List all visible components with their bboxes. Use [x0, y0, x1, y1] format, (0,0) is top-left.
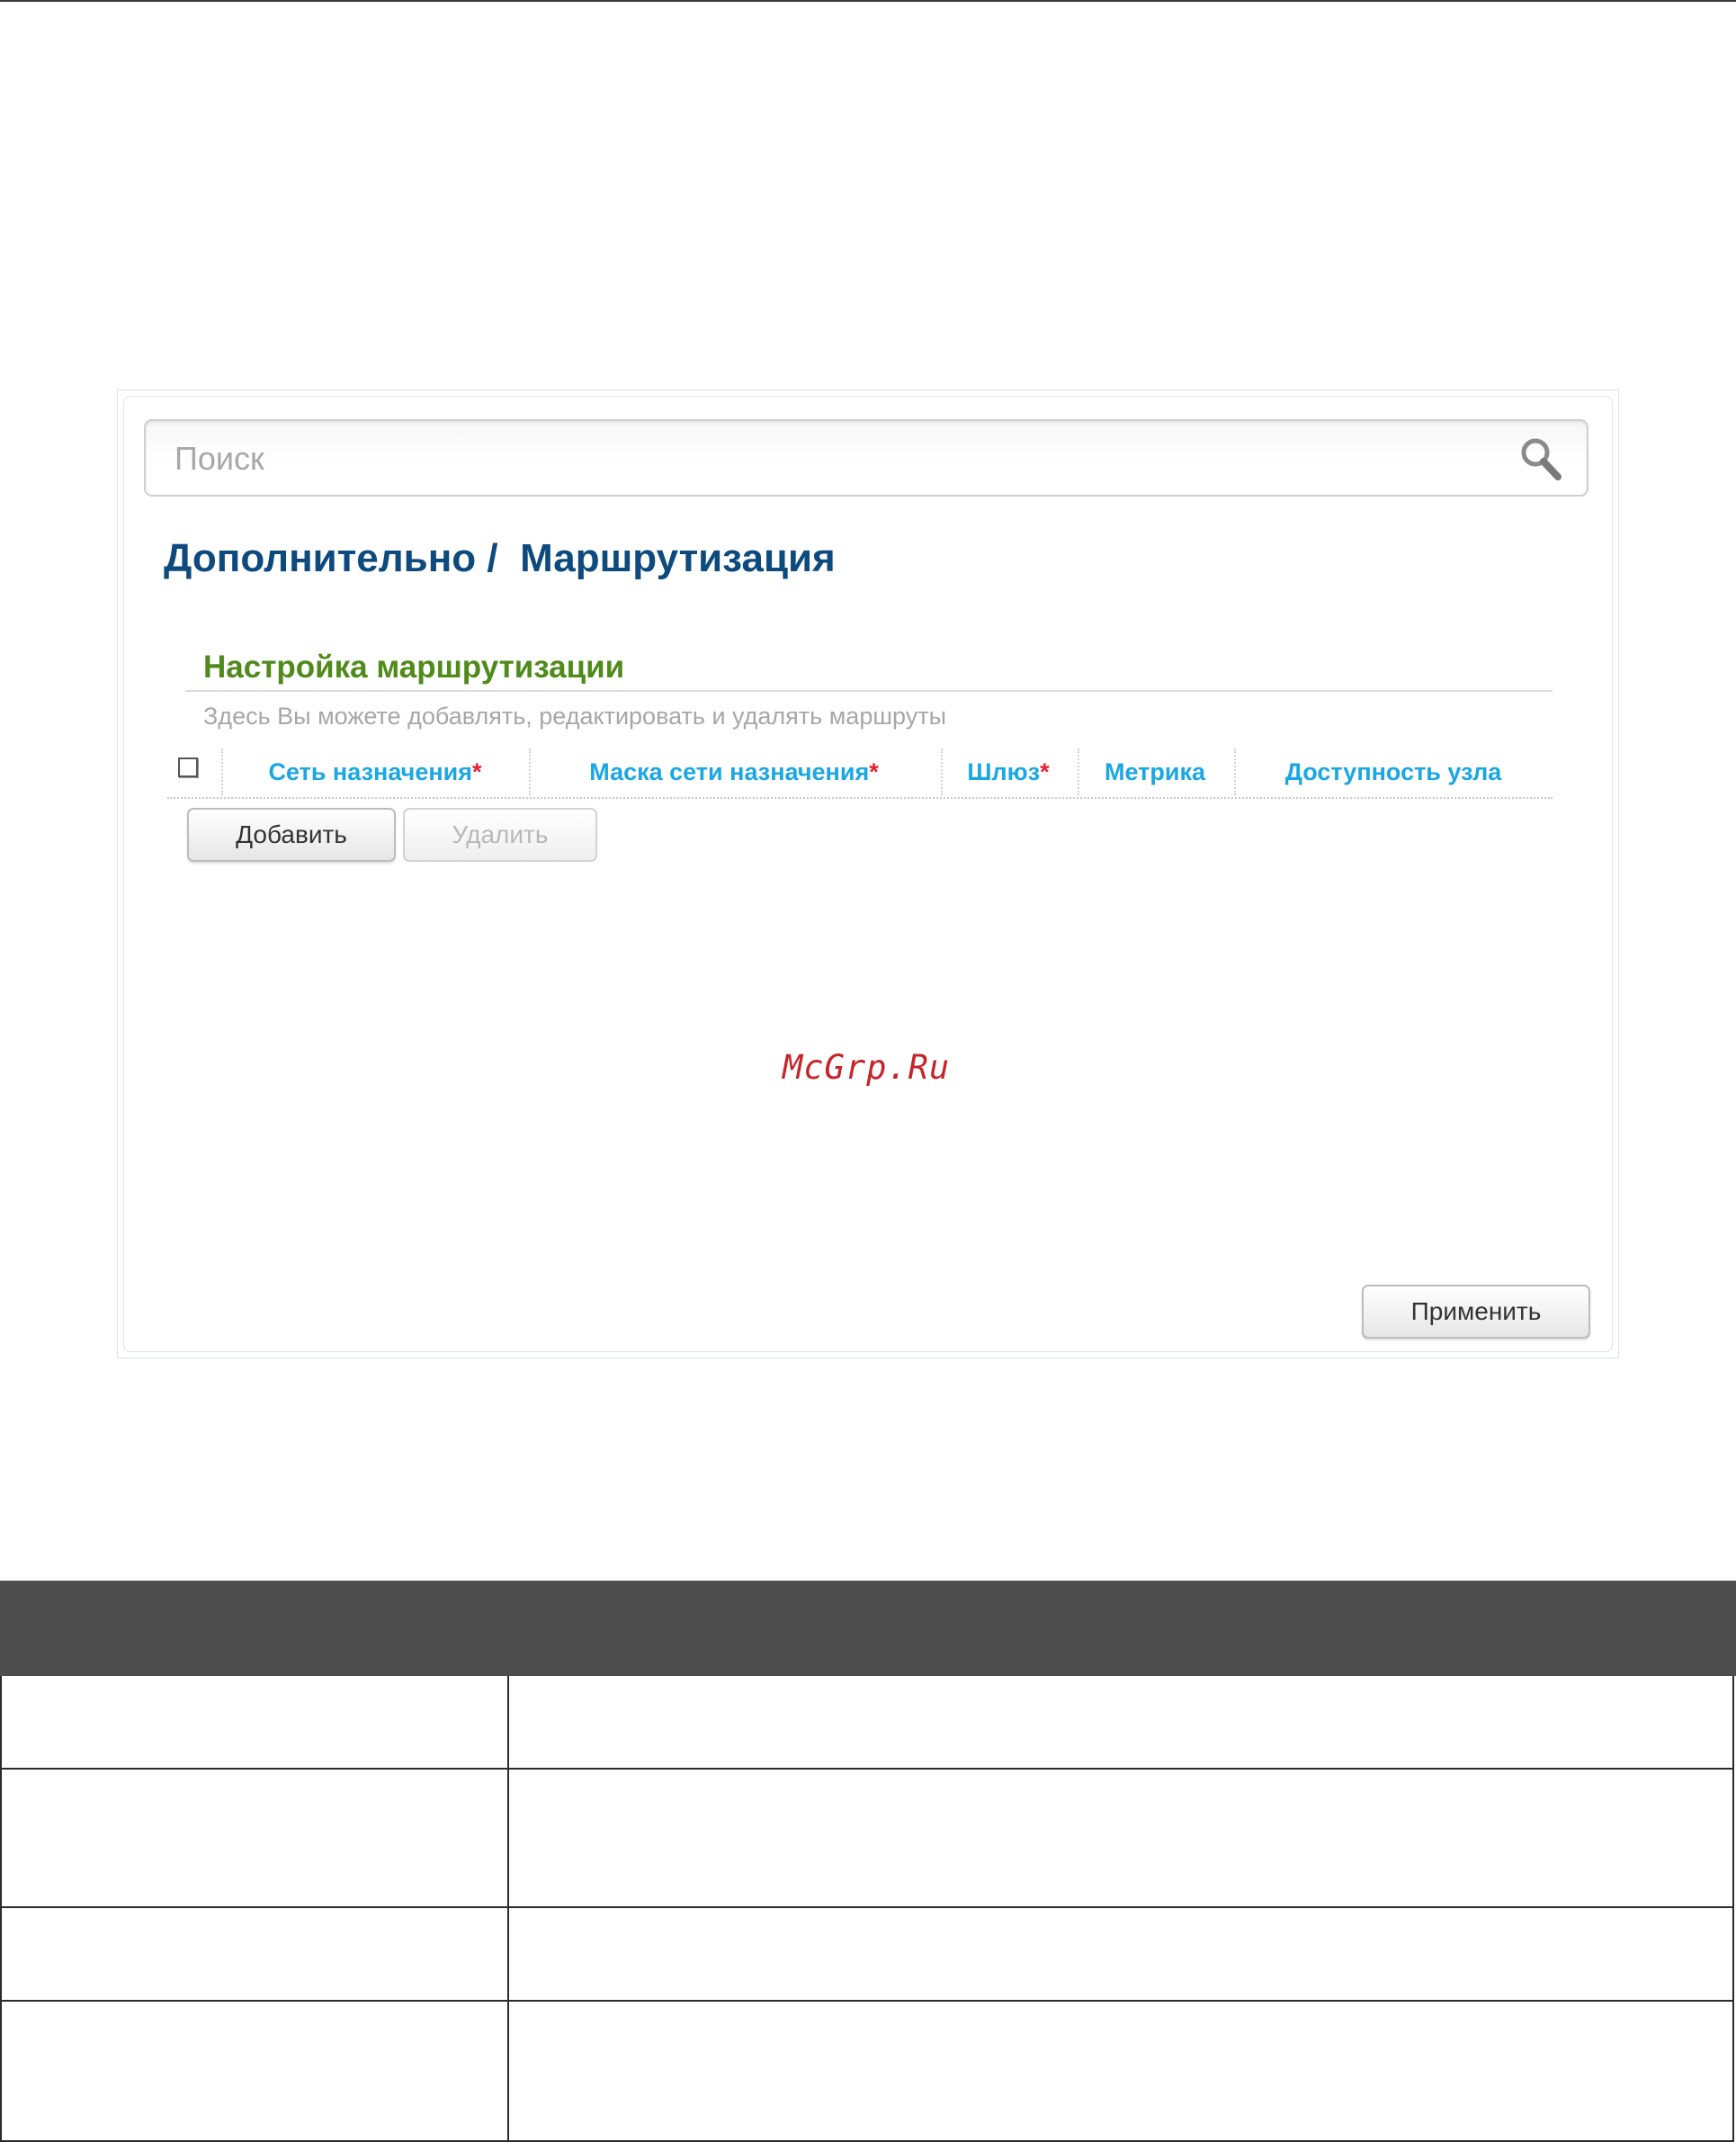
section-title: Настройка маршрутизации	[203, 650, 625, 685]
column-destination-mask[interactable]: Маска сети назначения*	[529, 747, 939, 797]
search-input[interactable]	[173, 434, 1454, 484]
table-row	[0, 2002, 1734, 2142]
description-table-header	[0, 1581, 1736, 1676]
column-divider	[507, 2002, 509, 2140]
column-divider	[507, 1908, 509, 2000]
search-box[interactable]	[144, 419, 1588, 497]
required-mark: *	[869, 758, 879, 785]
column-label: Сеть назначения	[268, 758, 473, 785]
column-label: Метрика	[1105, 758, 1205, 785]
description-table	[0, 1581, 1736, 2142]
table-row	[0, 1770, 1734, 1908]
column-label: Шлюз	[967, 758, 1041, 785]
column-divider	[507, 1770, 509, 1906]
search-icon[interactable]	[1518, 435, 1563, 482]
routes-table-header: Сеть назначения* Маска сети назначения* …	[167, 747, 1553, 799]
section-divider	[185, 690, 1553, 692]
column-metric[interactable]: Метрика	[1078, 747, 1232, 797]
column-host-availability[interactable]: Доступность узла	[1234, 747, 1553, 797]
page-title: Дополнительно / Маршрутизация	[164, 536, 836, 580]
column-label: Доступность узла	[1284, 758, 1502, 785]
screenshot-frame	[117, 390, 1619, 1358]
required-mark: *	[472, 758, 482, 785]
section-description: Здесь Вы можете добавлять, редактировать…	[203, 703, 946, 730]
required-mark: *	[1040, 758, 1050, 785]
top-rule	[0, 0, 1736, 2]
select-all-checkbox[interactable]	[178, 757, 198, 777]
table-row	[0, 1676, 1734, 1770]
table-row	[0, 1908, 1734, 2002]
column-gateway[interactable]: Шлюз*	[941, 747, 1076, 797]
add-button[interactable]: Добавить	[187, 808, 396, 862]
column-divider	[507, 1676, 509, 1768]
column-destination-network[interactable]: Сеть назначения*	[221, 747, 529, 797]
apply-button[interactable]: Применить	[1362, 1285, 1590, 1339]
column-label: Маска сети назначения	[589, 758, 870, 785]
delete-button[interactable]: Удалить	[403, 808, 597, 862]
watermark: McGrp.Ru	[783, 1048, 951, 1087]
